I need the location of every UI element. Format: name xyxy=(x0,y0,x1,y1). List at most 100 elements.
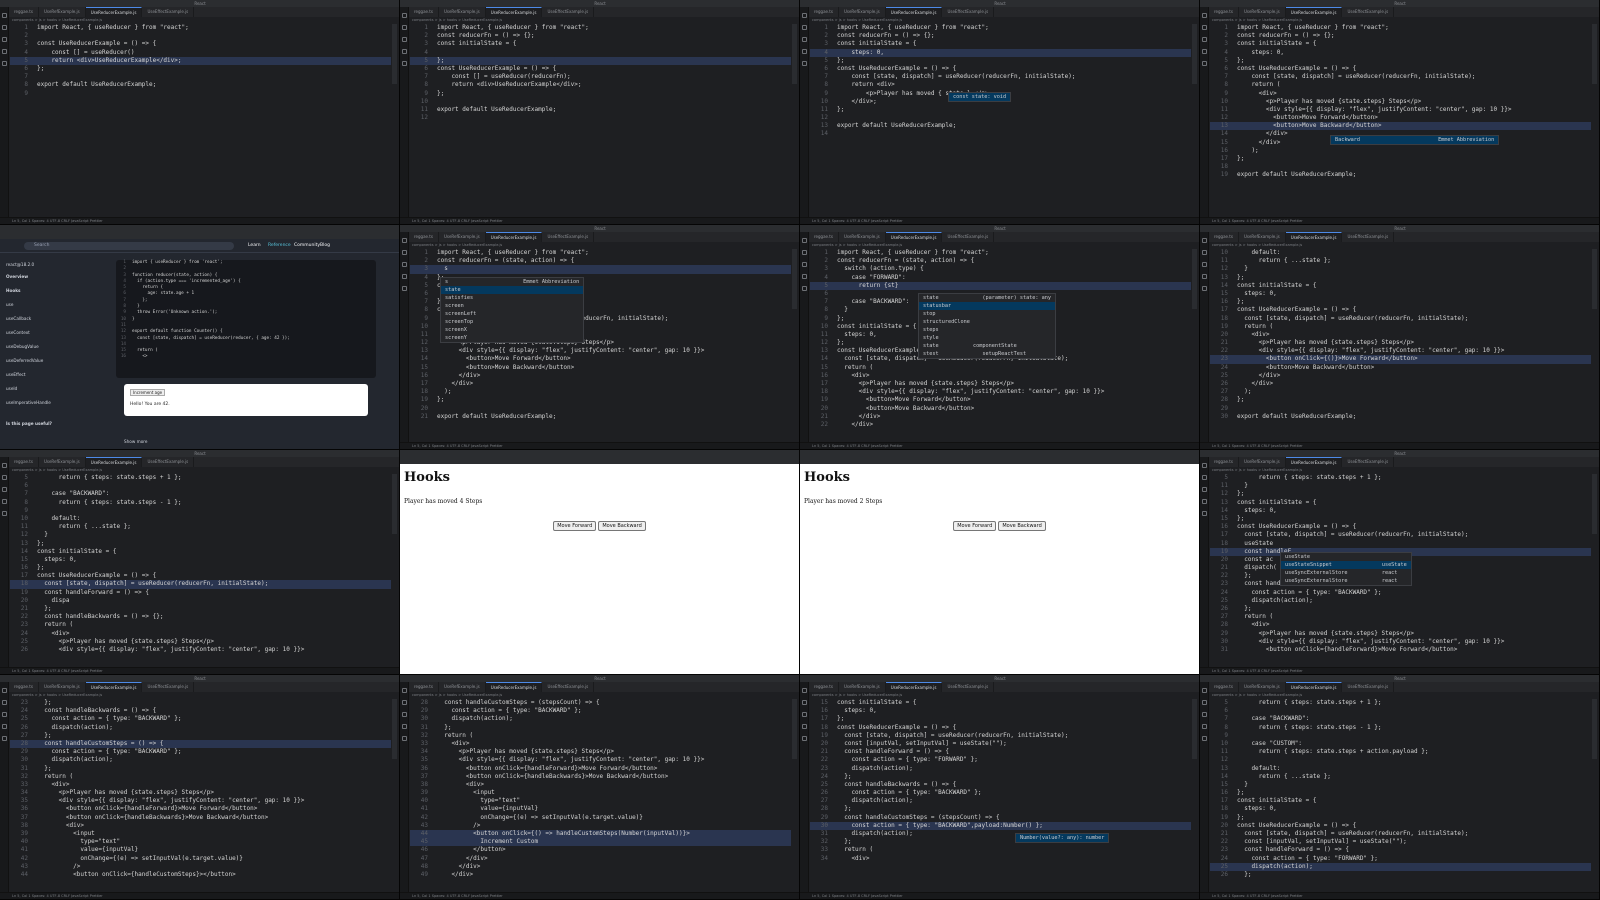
editor-tab[interactable]: UseReducerExample.js xyxy=(485,232,543,242)
suggestion-item[interactable]: satisfies xyxy=(441,294,583,302)
minimap[interactable] xyxy=(792,699,797,759)
search-icon[interactable] xyxy=(402,700,407,705)
show-more-button[interactable]: Show more xyxy=(124,439,147,444)
editor-tab[interactable]: reggae.ts xyxy=(409,7,439,17)
suggestion-item[interactable]: useSyncExternalStore react xyxy=(1281,577,1411,585)
search-input[interactable]: Search xyxy=(24,242,234,250)
run-debug-icon[interactable] xyxy=(402,724,407,729)
editor-tab[interactable]: UseEffectExample.js xyxy=(1342,457,1395,467)
minimap[interactable] xyxy=(1592,474,1597,534)
sidebar-item[interactable]: useContext xyxy=(6,330,30,335)
suggestion-item[interactable]: useState xyxy=(1281,553,1411,561)
editor-tab[interactable]: UseRefExample.js xyxy=(39,7,86,17)
explorer-icon[interactable] xyxy=(1202,238,1207,243)
search-icon[interactable] xyxy=(2,25,7,30)
editor-tab[interactable]: UseRefExample.js xyxy=(1239,682,1286,692)
source-control-icon[interactable] xyxy=(1202,712,1207,717)
run-debug-icon[interactable] xyxy=(402,274,407,279)
editor-tab[interactable]: reggae.ts xyxy=(9,7,39,17)
source-control-icon[interactable] xyxy=(402,262,407,267)
search-icon[interactable] xyxy=(402,25,407,30)
explorer-icon[interactable] xyxy=(2,13,7,18)
search-icon[interactable] xyxy=(1202,475,1207,480)
source-control-icon[interactable] xyxy=(2,37,7,42)
extensions-icon[interactable] xyxy=(802,61,807,66)
minimap[interactable] xyxy=(1192,249,1197,309)
editor-tab[interactable]: reggae.ts xyxy=(809,682,839,692)
extensions-icon[interactable] xyxy=(2,736,7,741)
source-control-icon[interactable] xyxy=(802,712,807,717)
editor-tab[interactable]: UseReducerExample.js xyxy=(485,682,543,692)
editor-tab[interactable]: UseReducerExample.js xyxy=(1285,457,1343,467)
search-icon[interactable] xyxy=(1202,25,1207,30)
source-control-icon[interactable] xyxy=(1202,37,1207,42)
nav-link[interactable]: Learn xyxy=(248,243,261,248)
source-control-icon[interactable] xyxy=(402,37,407,42)
extensions-icon[interactable] xyxy=(402,286,407,291)
editor-tab[interactable]: UseEffectExample.js xyxy=(942,232,995,242)
search-icon[interactable] xyxy=(802,25,807,30)
code-editor[interactable]: 5 return { steps: state.steps + 1 }; 6 7 c… xyxy=(10,474,391,666)
editor-tab[interactable]: UseReducerExample.js xyxy=(85,682,143,692)
suggestion-item[interactable]: style xyxy=(919,334,1055,342)
editor-tab[interactable]: UseReducerExample.js xyxy=(885,682,943,692)
suggestion-item[interactable]: statusbar xyxy=(919,302,1056,310)
run-debug-icon[interactable] xyxy=(1202,274,1207,279)
code-editor[interactable]: 1 import React, { useReducer } from "reac… xyxy=(810,24,1191,216)
minimap[interactable] xyxy=(1192,24,1197,84)
autocomplete-popup[interactable]: useState useStateSnippet useState useSyncE… xyxy=(1280,552,1412,586)
move-forward-button[interactable]: Move Forward xyxy=(553,521,597,531)
extensions-icon[interactable] xyxy=(1202,286,1207,291)
editor-tab[interactable]: UseRefExample.js xyxy=(839,682,886,692)
suggestion-item[interactable]: state componentState xyxy=(919,342,1055,350)
minimap[interactable] xyxy=(1592,249,1597,309)
suggestion-item[interactable]: stest setupReactTest xyxy=(919,350,1055,358)
editor-tab[interactable]: UseReducerExample.js xyxy=(1285,232,1343,242)
source-control-icon[interactable] xyxy=(2,712,7,717)
suggestion-item[interactable]: state xyxy=(441,286,584,294)
editor-tab[interactable]: UseRefExample.js xyxy=(839,7,886,17)
source-control-icon[interactable] xyxy=(2,487,7,492)
editor-tab[interactable]: UseRefExample.js xyxy=(439,682,486,692)
search-icon[interactable] xyxy=(802,700,807,705)
editor-tab[interactable]: UseEffectExample.js xyxy=(542,7,595,17)
minimap[interactable] xyxy=(1192,699,1197,759)
suggestion-item[interactable]: const state: void xyxy=(949,93,1011,101)
search-icon[interactable] xyxy=(802,250,807,255)
editor-tab[interactable]: UseReducerExample.js xyxy=(885,7,943,17)
suggestion-item[interactable]: useSyncExternalStore react xyxy=(1281,569,1411,577)
editor-tab[interactable]: reggae.ts xyxy=(1209,232,1239,242)
move-backward-button[interactable]: Move Backward xyxy=(998,521,1046,531)
search-icon[interactable] xyxy=(2,700,7,705)
run-debug-icon[interactable] xyxy=(802,724,807,729)
suggestion-item[interactable]: screenX xyxy=(441,326,583,334)
explorer-icon[interactable] xyxy=(1202,688,1207,693)
sidebar-item[interactable]: use xyxy=(6,302,13,307)
minimap[interactable] xyxy=(392,699,397,759)
suggestion-item[interactable]: screen xyxy=(441,302,583,310)
minimap[interactable] xyxy=(792,249,797,309)
sidebar-item[interactable]: useCallback xyxy=(6,316,31,321)
editor-tab[interactable]: UseEffectExample.js xyxy=(1342,682,1395,692)
suggestion-item[interactable]: Number(value?: any): number xyxy=(1016,834,1109,842)
code-editor[interactable]: 5 return { steps: state.steps + 1 }; 6 7 c… xyxy=(1210,699,1591,891)
editor-tab[interactable]: UseReducerExample.js xyxy=(1285,682,1343,692)
code-editor[interactable]: 1 import React, { useReducer } from "reac… xyxy=(1210,24,1591,216)
explorer-icon[interactable] xyxy=(1202,13,1207,18)
source-control-icon[interactable] xyxy=(1202,262,1207,267)
suggestion-item[interactable]: screenY xyxy=(441,334,583,342)
run-debug-icon[interactable] xyxy=(2,499,7,504)
suggestion-item[interactable]: useStateSnippet useState xyxy=(1281,561,1411,569)
extensions-icon[interactable] xyxy=(402,61,407,66)
code-editor[interactable]: 1 import React, { useReducer } from "reac… xyxy=(410,24,791,216)
minimap[interactable] xyxy=(392,24,397,84)
sidebar-item[interactable]: Overview xyxy=(6,274,28,279)
search-icon[interactable] xyxy=(1202,250,1207,255)
editor-tab[interactable]: UseEffectExample.js xyxy=(942,682,995,692)
run-debug-icon[interactable] xyxy=(2,49,7,54)
editor-tab[interactable]: UseReducerExample.js xyxy=(485,7,543,17)
code-editor[interactable]: 23 }; 24 const handleBackwards = () => {2… xyxy=(10,699,391,891)
editor-tab[interactable]: UseEffectExample.js xyxy=(542,682,595,692)
editor-tab[interactable]: UseEffectExample.js xyxy=(542,232,595,242)
nav-link[interactable]: Community xyxy=(294,243,320,248)
